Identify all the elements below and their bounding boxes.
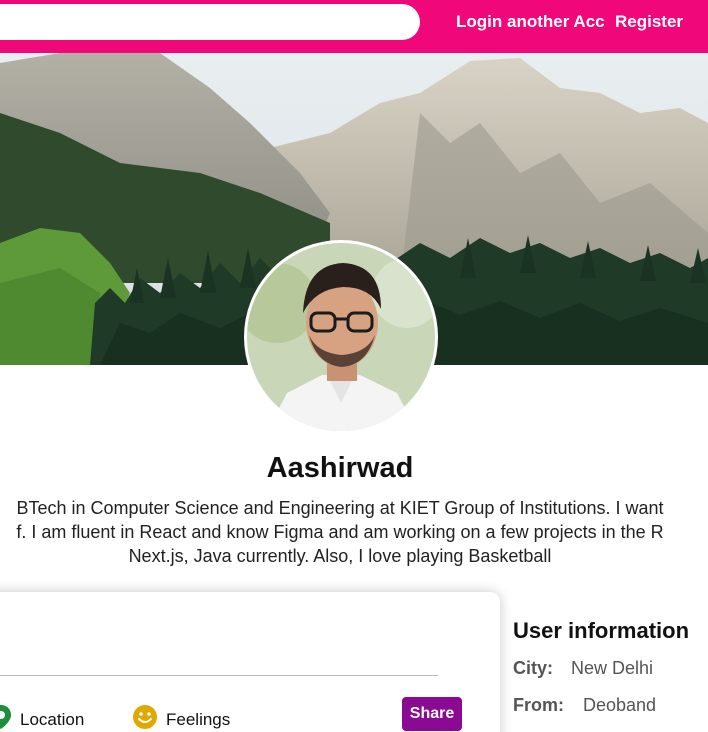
- login-another-account-link[interactable]: Login another Acc: [456, 12, 605, 32]
- top-navbar: Login another Acc Register: [0, 0, 708, 53]
- smiley-face-icon: [132, 704, 158, 732]
- profile-bio: BTech in Computer Science and Engineerin…: [0, 496, 708, 568]
- share-post-card: Location Feelings Share: [0, 592, 500, 732]
- search-input[interactable]: [0, 4, 420, 40]
- share-button[interactable]: Share: [402, 697, 462, 731]
- location-option[interactable]: Location: [0, 704, 84, 732]
- bio-line: Next.js, Java currently. Also, I love pl…: [128, 546, 552, 566]
- user-information-title: User information: [513, 618, 690, 643]
- register-link[interactable]: Register: [615, 12, 683, 32]
- share-divider: [0, 675, 438, 676]
- bio-line: BTech in Computer Science and Engineerin…: [16, 498, 664, 518]
- from-value: Deoband: [583, 695, 657, 715]
- profile-avatar: [244, 240, 438, 434]
- location-pin-icon: [0, 704, 12, 732]
- profile-name: Aashirwad: [266, 452, 414, 484]
- profile-page: Login another Acc Register Aashirwad BTe…: [0, 0, 708, 732]
- feelings-option[interactable]: Feelings: [132, 704, 230, 732]
- city-label: City:: [513, 658, 553, 678]
- share-post-input[interactable]: [0, 612, 438, 670]
- location-label: Location: [20, 709, 85, 729]
- bio-line: f. I am fluent in React and know Figma a…: [16, 522, 664, 542]
- user-info-from: From: Deoband: [513, 695, 656, 716]
- feelings-label: Feelings: [166, 709, 231, 729]
- from-label: From:: [513, 695, 564, 715]
- user-info-city: City: New Delhi: [513, 658, 653, 679]
- city-value: New Delhi: [571, 658, 654, 678]
